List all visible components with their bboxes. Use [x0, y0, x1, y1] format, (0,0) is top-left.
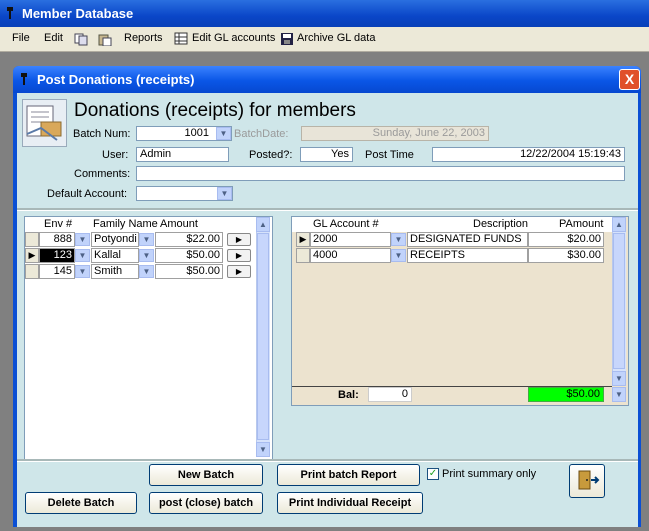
bal-label: Bal:: [338, 389, 359, 401]
delete-batch-button[interactable]: Delete Batch: [25, 492, 137, 514]
row-selector[interactable]: [25, 264, 39, 279]
copy-icon[interactable]: [74, 33, 88, 49]
new-batch-button[interactable]: New Batch: [149, 464, 263, 486]
posted-label: Posted?:: [249, 149, 293, 161]
print-individual-receipt-button[interactable]: Print Individual Receipt: [277, 492, 423, 514]
env-cell[interactable]: 888: [39, 232, 75, 247]
amount-cell[interactable]: $22.00: [155, 232, 223, 247]
grid-icon: [174, 32, 188, 48]
family-name-cell[interactable]: Kallal: [91, 248, 139, 263]
env-cell[interactable]: 145: [39, 264, 75, 279]
print-summary-checkbox[interactable]: ✓: [427, 468, 439, 480]
post-close-batch-button[interactable]: post (close) batch: [149, 492, 263, 514]
comments-field[interactable]: [136, 166, 625, 181]
print-summary-label: Print summary only: [442, 468, 537, 480]
header-divider: [17, 208, 638, 211]
paste-icon[interactable]: [98, 33, 112, 49]
batch-num-dropdown-icon[interactable]: ▼: [216, 127, 231, 140]
row-selector[interactable]: [296, 248, 310, 263]
user-label: User:: [102, 149, 129, 161]
scroll-up-icon[interactable]: ▲: [612, 217, 626, 232]
scroll-down-icon[interactable]: ▼: [256, 442, 270, 457]
post-time-label: Post Time: [365, 149, 414, 161]
scroll-thumb[interactable]: [613, 233, 625, 369]
user-field[interactable]: Admin: [136, 147, 229, 162]
menu-archive-gl-data[interactable]: Archive GL data: [297, 32, 375, 44]
col-header-family-name: Family Name: [93, 218, 158, 230]
family-name-cell[interactable]: Smith: [91, 264, 139, 279]
print-batch-report-button[interactable]: Print batch Report: [277, 464, 420, 486]
footer-scroll-down-icon[interactable]: ▼: [612, 387, 626, 402]
family-name-dropdown-icon[interactable]: ▼: [139, 233, 154, 246]
description-cell[interactable]: RECEIPTS: [407, 248, 528, 263]
description-cell[interactable]: DESIGNATED FUNDS: [407, 232, 528, 247]
app-key-icon: [7, 7, 13, 19]
batch-num-label: Batch Num:: [73, 128, 131, 140]
batch-date-label: BatchDate:: [234, 128, 289, 140]
donation-form-logo-icon: [22, 99, 67, 147]
row-selector[interactable]: [25, 232, 39, 247]
col-header-env: Env #: [44, 218, 73, 230]
env-dropdown-icon[interactable]: ▼: [75, 233, 90, 246]
env-cell[interactable]: 123: [39, 248, 75, 263]
batch-date-field: Sunday, June 22, 2003: [301, 126, 489, 141]
menu-edit-gl-accounts[interactable]: Edit GL accounts: [192, 32, 275, 44]
window-title-bar: Post Donations (receipts): [13, 66, 641, 93]
menu-bar: File Edit Reports Edit GL accounts Archi…: [0, 27, 649, 52]
row-selector-current-arrow-icon[interactable]: ▶: [296, 232, 310, 247]
go-record-button[interactable]: ▶: [227, 233, 251, 246]
default-account-dropdown-icon[interactable]: ▼: [217, 187, 232, 200]
exit-button[interactable]: [569, 464, 605, 498]
go-record-button[interactable]: ▶: [227, 249, 251, 262]
row-selector-current-arrow-icon[interactable]: ▶: [25, 248, 39, 263]
posted-field[interactable]: Yes: [300, 147, 353, 162]
close-button[interactable]: X: [619, 69, 640, 90]
gl-account-cell[interactable]: 2000: [310, 232, 391, 247]
gl-account-dropdown-icon[interactable]: ▼: [391, 249, 406, 262]
menu-file[interactable]: File: [12, 32, 30, 44]
save-disk-icon: [280, 32, 294, 49]
col-header-description: Description: [473, 218, 529, 230]
gl-total-field: $50.00: [528, 387, 604, 402]
family-name-cell[interactable]: Potyondi: [91, 232, 139, 247]
col-header-gl-account: GL Account #: [313, 218, 379, 230]
pamount-cell[interactable]: $30.00: [528, 248, 604, 263]
menu-reports[interactable]: Reports: [124, 32, 163, 44]
menu-edit[interactable]: Edit: [44, 32, 63, 44]
family-name-dropdown-icon[interactable]: ▼: [139, 249, 154, 262]
col-header-pamount: PAmount: [559, 218, 604, 230]
gl-account-cell[interactable]: 4000: [310, 248, 391, 263]
env-dropdown-icon[interactable]: ▼: [75, 249, 90, 262]
post-time-field[interactable]: 12/22/2004 15:19:43: [432, 147, 625, 162]
amount-cell[interactable]: $50.00: [155, 248, 223, 263]
comments-label: Comments:: [74, 168, 131, 180]
scroll-thumb[interactable]: [257, 233, 269, 440]
exit-door-icon: [578, 470, 600, 490]
family-name-dropdown-icon[interactable]: ▼: [139, 265, 154, 278]
amount-cell[interactable]: $50.00: [155, 264, 223, 279]
footer-divider: [17, 459, 638, 462]
col-header-amount: Amount: [160, 218, 198, 230]
window-key-icon: [21, 73, 27, 85]
gl-account-dropdown-icon[interactable]: ▼: [391, 233, 406, 246]
scroll-down-icon[interactable]: ▼: [612, 371, 626, 386]
go-record-button[interactable]: ▶: [227, 265, 251, 278]
default-account-label: Default Account:: [47, 188, 128, 200]
app-title: Member Database: [22, 6, 134, 21]
bal-field: 0: [368, 387, 412, 402]
env-dropdown-icon[interactable]: ▼: [75, 265, 90, 278]
window-title: Post Donations (receipts): [37, 72, 195, 87]
scroll-up-icon[interactable]: ▲: [256, 217, 270, 232]
pamount-cell[interactable]: $20.00: [528, 232, 604, 247]
page-heading: Donations (receipts) for members: [74, 100, 356, 121]
app-title-bar: Member Database: [0, 0, 649, 27]
